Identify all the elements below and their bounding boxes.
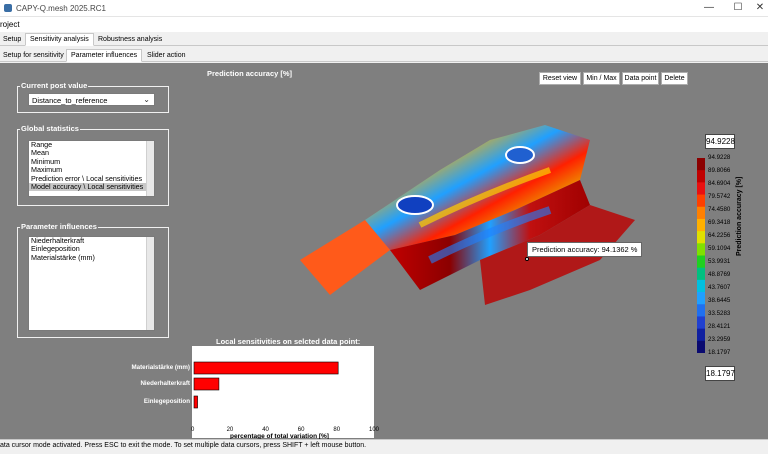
bar-chart xyxy=(193,361,339,409)
colorbar-tick-label: 38.6445 xyxy=(708,297,731,304)
param-influences-list[interactable]: Niederhalterkraft Einlegeposition Materi… xyxy=(28,236,155,331)
colorbar-segment xyxy=(697,231,705,244)
menu-bar: roject xyxy=(0,17,768,32)
bar-category-label: Niederhalterkraft xyxy=(140,380,190,387)
colorbar-tick-label: 43.7607 xyxy=(708,284,731,291)
data-cursor-marker[interactable] xyxy=(525,257,529,261)
reset-view-button[interactable]: Reset view xyxy=(539,72,581,85)
x-tick-label: 100 xyxy=(369,427,380,433)
colorbar-tick-label: 94.9228 xyxy=(708,154,731,161)
hole-right xyxy=(505,146,535,164)
colorbar-min-box[interactable]: 18.1797 xyxy=(705,366,735,381)
data-point-button[interactable]: Data point xyxy=(622,72,659,85)
tab-sensitivity-analysis[interactable]: Sensitivity analysis xyxy=(25,33,94,46)
close-button[interactable]: ✕ xyxy=(743,0,768,17)
colorbar-tick-label: 48.8769 xyxy=(708,271,731,278)
global-stats-group: Global statistics Range Mean Minimum Max… xyxy=(17,124,169,206)
tab-setup[interactable]: Setup xyxy=(0,33,26,46)
x-tick-label: 80 xyxy=(333,427,341,433)
list-item[interactable]: Materialstärke (mm) xyxy=(29,253,154,262)
colorbar-segment xyxy=(697,255,705,269)
current-post-title: Current post value xyxy=(20,81,89,90)
status-text: ata cursor mode activated. Press ESC to … xyxy=(0,442,367,449)
surface-3d-plot[interactable] xyxy=(280,110,640,310)
colorbar-tick-label: 79.5742 xyxy=(708,193,731,200)
sub-tab-bar: Setup for sensitivity Parameter influenc… xyxy=(0,48,768,62)
colorbar-segment xyxy=(697,182,705,196)
main-tab-bar: Setup Sensitivity analysis Robustness an… xyxy=(0,32,768,46)
chevron-down-icon: ⌄ xyxy=(143,95,150,104)
colorbar-segment xyxy=(697,206,705,220)
param-influences-title: Parameter influences xyxy=(20,222,98,231)
colorbar-segment xyxy=(697,328,705,342)
tab-parameter-influences[interactable]: Parameter influences xyxy=(66,49,143,62)
colorbar-segment xyxy=(697,292,705,305)
global-stats-title: Global statistics xyxy=(20,124,80,133)
window-title: CAPY-Q.mesh 2025.RC1 xyxy=(16,4,106,13)
colorbar-tick-label: 59.1094 xyxy=(708,245,731,252)
bar-chart-title: Local sensitivities on selcted data poin… xyxy=(216,337,361,346)
tab-robustness-analysis[interactable]: Robustness analysis xyxy=(93,33,167,46)
colorbar-segment xyxy=(697,304,705,317)
colorbar-segment xyxy=(697,340,705,353)
param-influences-group: Parameter influences Niederhalterkraft E… xyxy=(17,222,169,338)
app-icon xyxy=(4,4,12,12)
colorbar-tick-label: 33.5283 xyxy=(708,310,731,317)
colorbar-segment xyxy=(697,243,705,256)
min-max-button[interactable]: Min / Max xyxy=(583,72,620,85)
colorbar-tick-label: 28.4121 xyxy=(708,323,731,330)
colorbar-max-box[interactable]: 94.9228 xyxy=(705,134,735,149)
colorbar-tick-label: 74.4580 xyxy=(708,206,731,213)
current-post-value: Distance_to_reference xyxy=(32,96,108,105)
current-post-group: Current post value Distance_to_reference… xyxy=(17,81,169,113)
colorbar-segment xyxy=(697,267,705,281)
colorbar-tick-label: 84.6904 xyxy=(708,180,731,187)
delete-button[interactable]: Delete xyxy=(661,72,688,85)
status-bar: ata cursor mode activated. Press ESC to … xyxy=(0,439,768,454)
hole-left xyxy=(396,195,434,215)
current-post-select[interactable]: Distance_to_reference ⌄ xyxy=(28,93,155,106)
colorbar-segment xyxy=(697,279,705,293)
x-tick-label: 0 xyxy=(191,427,195,433)
colorbar-tick-label: 18.1797 xyxy=(708,349,731,356)
colorbar-segment xyxy=(697,170,705,183)
colorbar-segment xyxy=(697,158,705,171)
scrollbar[interactable] xyxy=(146,141,154,196)
colorbar-tick-label: 89.8066 xyxy=(708,167,731,174)
menu-project[interactable]: roject xyxy=(0,20,20,29)
colorbar-tick-label: 69.3418 xyxy=(708,219,731,226)
colorbar xyxy=(697,158,705,353)
colorbar-tick-label: 53.9931 xyxy=(708,258,731,265)
colorbar-segment xyxy=(697,194,705,208)
colorbar-segment xyxy=(697,218,705,232)
plot-title: Prediction accuracy [%] xyxy=(207,69,293,78)
global-stats-list[interactable]: Range Mean Minimum Maximum Prediction er… xyxy=(28,140,155,197)
bar xyxy=(193,377,220,391)
bar xyxy=(193,361,339,375)
colorbar-tick-label: 64.2256 xyxy=(708,232,731,239)
colorbar-segment xyxy=(697,316,705,330)
list-item-selected[interactable]: Model accuracy \ Local sensitivities xyxy=(29,182,154,192)
colorbar-title: Prediction accuracy [%] xyxy=(736,176,743,256)
title-bar: CAPY-Q.mesh 2025.RC1 — ☐ ✕ xyxy=(0,0,768,17)
colorbar-tick-label: 23.2959 xyxy=(708,336,731,343)
tab-slider-action[interactable]: Slider action xyxy=(142,49,191,62)
scrollbar[interactable] xyxy=(146,237,154,330)
tab-setup-for-sensitivity[interactable]: Setup for sensitivity xyxy=(0,49,69,62)
bar-category-label: Materialstärke (mm) xyxy=(131,364,190,371)
bar-category-label: Einlegeposition xyxy=(143,398,190,405)
data-cursor-tooltip: Prediction accuracy: 94.1362 % xyxy=(527,242,643,257)
bar xyxy=(193,395,198,409)
